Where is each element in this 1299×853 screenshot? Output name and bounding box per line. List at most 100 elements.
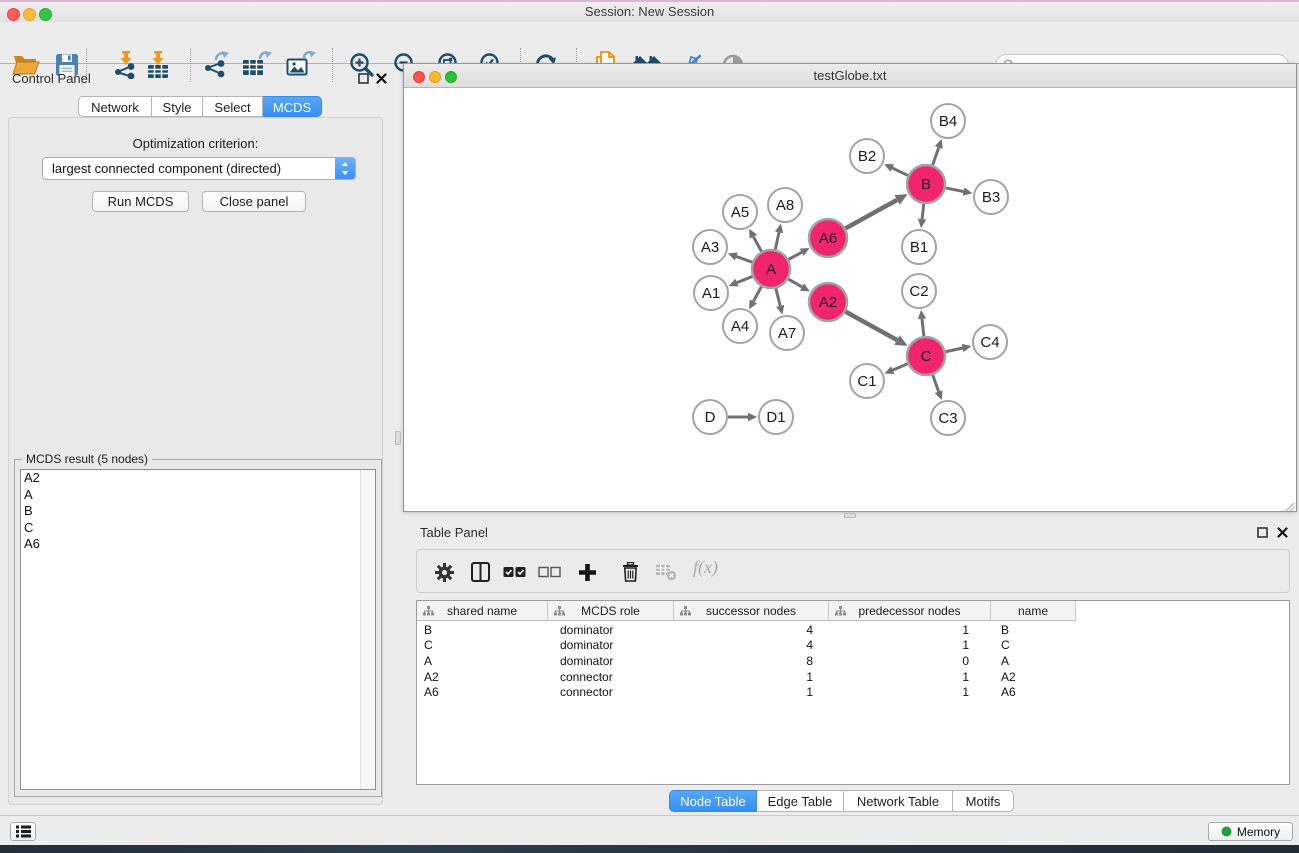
graph-edge-A-A2[interactable]: [788, 279, 802, 287]
graph-edge-A-A3[interactable]: [736, 256, 752, 262]
network-zoom-traffic-light[interactable]: [445, 71, 457, 83]
table-row-b[interactable]: Bdominator41B: [417, 622, 1289, 638]
task-history-button[interactable]: [10, 822, 36, 841]
mcds-result-item-b[interactable]: B: [21, 503, 375, 520]
show-columns-icon[interactable]: [467, 560, 493, 584]
graph-node-C3[interactable]: C3: [931, 401, 965, 435]
graph-node-B1[interactable]: B1: [902, 230, 936, 264]
table-row-a6[interactable]: A6connector11A6: [417, 684, 1289, 700]
graph-node-A3[interactable]: A3: [693, 230, 727, 264]
graph-node-C4[interactable]: C4: [973, 325, 1007, 359]
delete-table-icon[interactable]: [653, 560, 679, 584]
graph-node-A1[interactable]: A1: [694, 276, 728, 310]
table-settings-gear-icon[interactable]: [431, 560, 457, 584]
graph-node-C[interactable]: C: [907, 337, 945, 375]
resize-grip-icon[interactable]: [1284, 499, 1295, 510]
table-cell[interactable]: A2: [417, 670, 548, 684]
memory-button[interactable]: Memory: [1208, 822, 1293, 841]
table-cell[interactable]: dominator: [548, 623, 674, 637]
graph-edge-A-A7[interactable]: [776, 288, 780, 305]
graph-node-A2[interactable]: A2: [809, 283, 847, 321]
graph-node-D1[interactable]: D1: [759, 400, 793, 434]
vertical-splitter-handle[interactable]: [395, 431, 401, 445]
export-table-icon[interactable]: [242, 50, 272, 80]
list-scrollbar[interactable]: [360, 470, 375, 789]
close-traffic-light[interactable]: [7, 8, 20, 21]
table-cell[interactable]: A: [417, 654, 548, 668]
table-cell[interactable]: C: [991, 638, 1076, 652]
export-image-icon[interactable]: [286, 50, 316, 80]
graph-edge-A-A4[interactable]: [753, 287, 761, 302]
table-cell[interactable]: C: [417, 638, 548, 652]
table-row-a2[interactable]: A2connector11A2: [417, 669, 1289, 685]
graph-edge-A-A8[interactable]: [775, 232, 779, 249]
graph-node-A8[interactable]: A8: [768, 188, 802, 222]
table-cell[interactable]: 4: [674, 638, 829, 652]
graph-edge-A6-B[interactable]: [846, 200, 898, 228]
column-header-predecessor-nodes[interactable]: predecessor nodes: [829, 601, 991, 621]
graph-node-A5[interactable]: A5: [723, 195, 757, 229]
deselect-all-checkboxes-icon[interactable]: [536, 560, 562, 584]
network-close-traffic-light[interactable]: [413, 71, 425, 83]
table-panel-float-icon[interactable]: [1257, 527, 1268, 538]
network-minimize-traffic-light[interactable]: [429, 71, 441, 83]
graph-edge-A-A1[interactable]: [737, 276, 752, 282]
control-panel-float-icon[interactable]: [358, 73, 369, 84]
tab-network[interactable]: Network: [78, 96, 152, 117]
table-cell[interactable]: dominator: [548, 654, 674, 668]
tab-select[interactable]: Select: [203, 96, 263, 117]
table-cell[interactable]: B: [991, 623, 1076, 637]
add-column-plus-icon[interactable]: [574, 560, 600, 584]
table-cell[interactable]: 4: [674, 623, 829, 637]
horizontal-splitter-handle[interactable]: [844, 513, 856, 518]
table-cell[interactable]: A6: [417, 685, 548, 699]
graph-edge-B-B2[interactable]: [892, 168, 908, 175]
table-cell[interactable]: A: [991, 654, 1076, 668]
zoom-traffic-light[interactable]: [39, 8, 52, 21]
graph-node-B3[interactable]: B3: [974, 180, 1008, 214]
graph-node-A6[interactable]: A6: [809, 219, 847, 257]
graph-edge-A2-C[interactable]: [846, 312, 898, 340]
graph-node-A[interactable]: A: [752, 250, 790, 288]
graph-edge-C-C1[interactable]: [893, 364, 908, 370]
tab-motifs[interactable]: Motifs: [953, 790, 1014, 812]
graph-edge-A-A6[interactable]: [789, 252, 802, 259]
column-header-name[interactable]: name: [991, 601, 1076, 621]
mcds-result-item-a[interactable]: A: [21, 487, 375, 504]
graph-edge-A-A5[interactable]: [753, 237, 761, 252]
graph-node-D[interactable]: D: [693, 400, 727, 434]
export-network-icon[interactable]: [202, 50, 232, 80]
table-cell[interactable]: 1: [829, 623, 991, 637]
tab-node-table[interactable]: Node Table: [669, 790, 757, 812]
network-window-titlebar[interactable]: testGlobe.txt: [404, 64, 1296, 88]
table-cell[interactable]: 0: [829, 654, 991, 668]
mcds-result-item-a2[interactable]: A2: [21, 470, 375, 487]
table-cell[interactable]: 1: [674, 670, 829, 684]
graph-node-C1[interactable]: C1: [850, 364, 884, 398]
import-network-icon[interactable]: [111, 50, 141, 80]
mcds-result-list[interactable]: A2ABCA6: [20, 469, 376, 790]
network-graph[interactable]: AA1A3A5A8A4A7A6A2BB1B2B3B4CC1C2C3C4DD1: [404, 88, 1296, 511]
table-cell[interactable]: connector: [548, 685, 674, 699]
table-cell[interactable]: 1: [829, 670, 991, 684]
function-builder-fx-icon[interactable]: f(x): [693, 557, 719, 581]
select-all-checkboxes-icon[interactable]: [501, 560, 527, 584]
graph-edge-C-C4[interactable]: [946, 348, 963, 352]
run-mcds-button[interactable]: Run MCDS: [92, 191, 189, 212]
graph-edge-C-C2[interactable]: [922, 319, 924, 336]
column-header-shared-name[interactable]: shared name: [417, 601, 548, 621]
graph-edge-B-B4[interactable]: [933, 147, 939, 165]
network-canvas[interactable]: AA1A3A5A8A4A7A6A2BB1B2B3B4CC1C2C3C4DD1: [404, 88, 1296, 511]
column-header-successor-nodes[interactable]: successor nodes: [674, 601, 829, 621]
table-row-c[interactable]: Cdominator41C: [417, 638, 1289, 654]
criterion-dropdown[interactable]: largest connected component (directed): [42, 157, 356, 180]
table-cell[interactable]: A2: [991, 670, 1076, 684]
control-panel-close-icon[interactable]: [376, 73, 387, 84]
graph-node-A4[interactable]: A4: [723, 309, 757, 343]
table-panel-close-icon[interactable]: [1277, 527, 1288, 538]
tab-style[interactable]: Style: [152, 96, 203, 117]
table-cell[interactable]: connector: [548, 670, 674, 684]
mcds-result-item-c[interactable]: C: [21, 520, 375, 537]
main-titlebar[interactable]: Session: New Session: [0, 2, 1299, 22]
graph-node-B4[interactable]: B4: [931, 104, 965, 138]
